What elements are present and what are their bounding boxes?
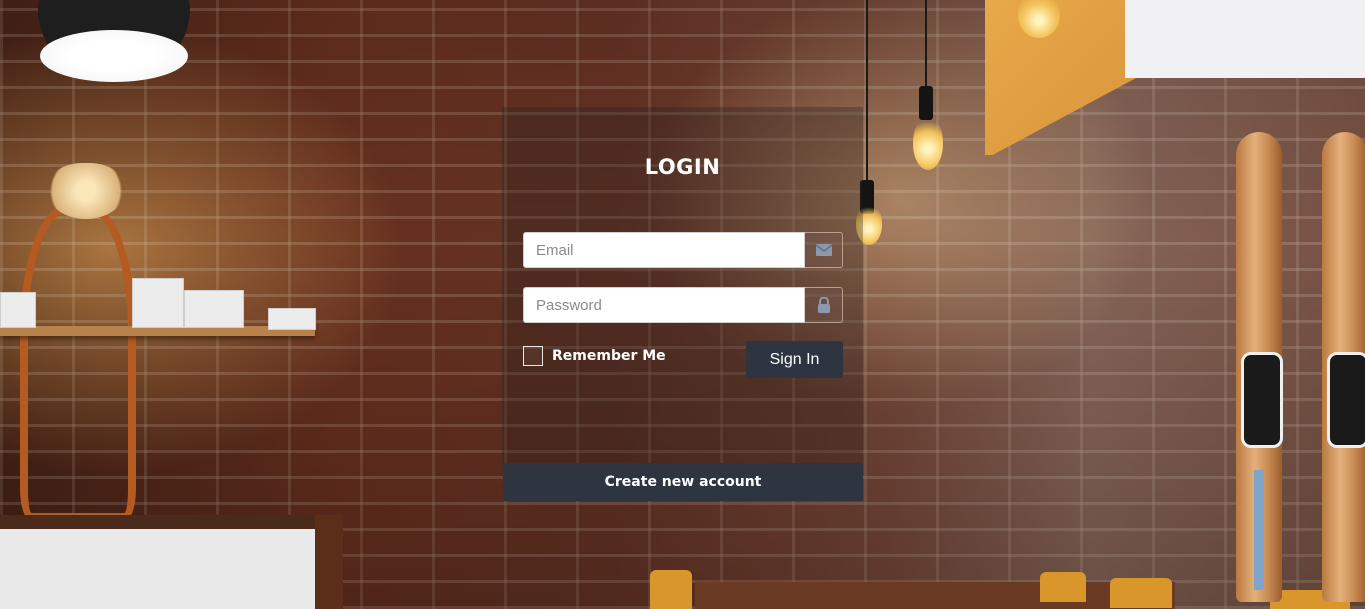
login-title: LOGIN [644,155,721,179]
password-addon [805,287,843,323]
chair [1040,572,1086,602]
ceiling-panel [1125,0,1365,78]
shelf-box [268,308,316,330]
create-account-button[interactable]: Create new account [503,463,863,501]
ski-binding [1327,352,1365,448]
remember-me[interactable]: Remember Me [523,346,666,366]
remember-me-label: Remember Me [552,348,666,364]
lamp-wire [925,0,927,88]
password-input-group [523,287,843,323]
sign-in-button[interactable]: Sign In [746,341,843,378]
background-scene: LOGIN Remember Me Sign In Create new acc… [0,0,1365,609]
chair [1110,578,1172,608]
wooden-table [695,582,1175,609]
shelf-box [0,292,36,328]
counter-side [315,515,343,609]
shelf-box [132,278,184,328]
shelf-box [184,290,244,328]
email-input-group [523,232,843,268]
envelope-icon [815,244,832,256]
ski-binding [1241,352,1283,448]
pendant-lamp-light [40,30,188,82]
ski-stripe [1254,470,1264,590]
chair [650,570,692,609]
email-addon [805,232,843,268]
bulb-socket [919,86,933,120]
password-input[interactable] [523,287,805,323]
email-input[interactable] [523,232,805,268]
counter [0,515,340,609]
lamp-wire [866,0,868,180]
coffee-stand [20,205,136,521]
lock-icon [817,297,830,313]
remember-me-checkbox[interactable] [523,346,543,366]
